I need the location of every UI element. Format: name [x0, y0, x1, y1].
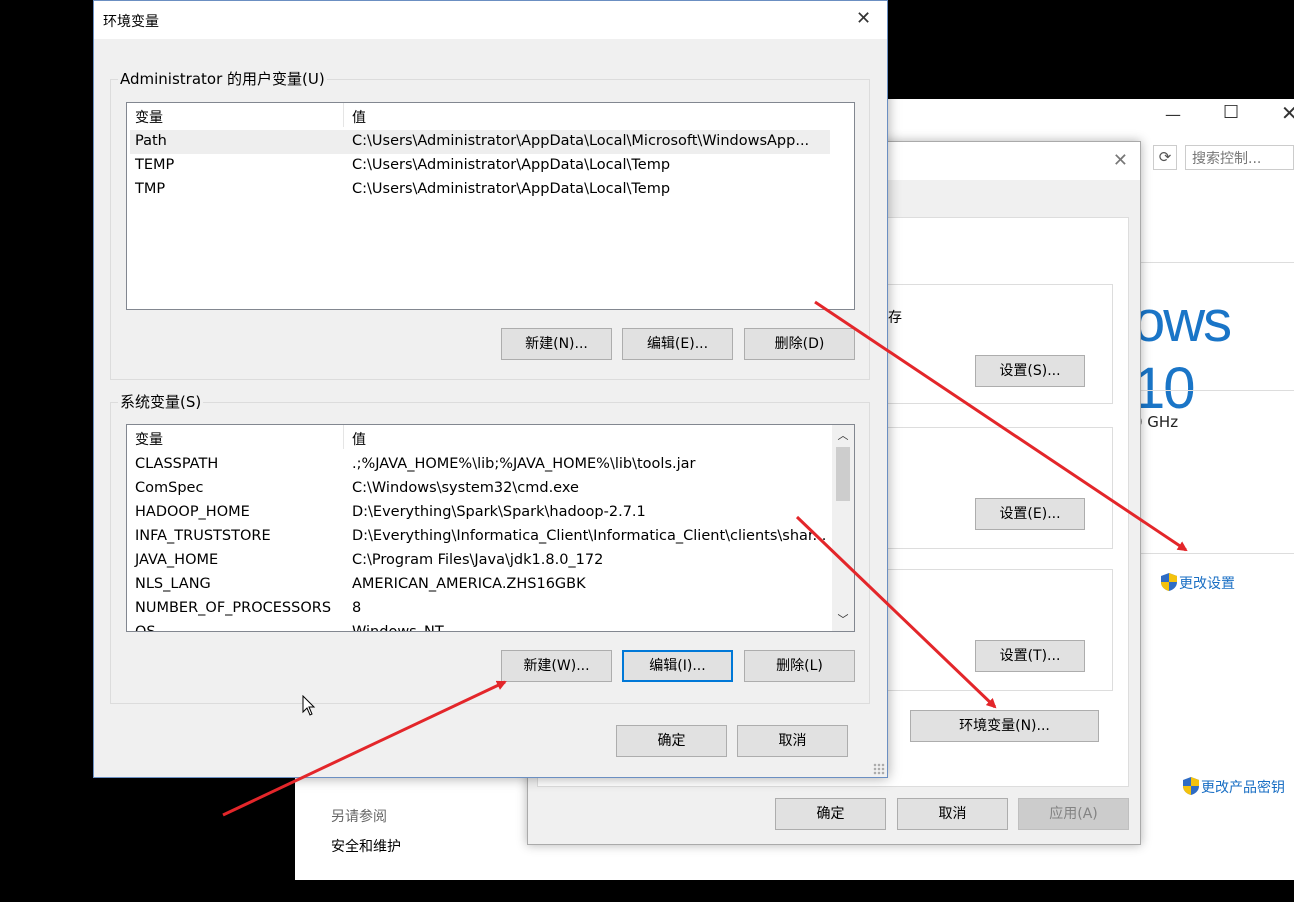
variable-value: C:\Users\Administrator\AppData\Local\Tem… [352, 181, 671, 197]
variable-value: AMERICAN_AMERICA.ZHS16GBK [352, 576, 586, 592]
list-item[interactable]: Path C:\Users\Administrator\AppData\Loca… [130, 130, 830, 154]
title-bar: 环境变量 ✕ [94, 1, 887, 39]
environment-variables-dialog: 环境变量 ✕ Administrator 的用户变量(U) 变量 值 Path … [93, 0, 888, 778]
system-variables-list[interactable]: 变量 值 CLASSPATH .;%JAVA_HOME%\lib;%JAVA_H… [126, 424, 855, 632]
resize-grip[interactable] [873, 763, 885, 775]
vertical-scrollbar[interactable]: ︿ ﹀ [832, 425, 854, 631]
list-item[interactable]: CLASSPATH .;%JAVA_HOME%\lib;%JAVA_HOME%\… [130, 453, 810, 477]
list-item[interactable]: NLS_LANG AMERICAN_AMERICA.ZHS16GBK [130, 573, 810, 597]
list-item[interactable]: TEMP C:\Users\Administrator\AppData\Loca… [130, 154, 830, 178]
list-item[interactable]: INFA_TRUSTSTORE D:\Everything\Informatic… [130, 525, 826, 549]
close-icon[interactable]: ✕ [856, 8, 871, 29]
divider [1133, 553, 1294, 554]
variable-name: INFA_TRUSTSTORE [135, 528, 271, 544]
minimize-icon[interactable]: — [1165, 105, 1181, 124]
variable-name: Path [135, 133, 167, 149]
security-maintenance-link[interactable]: 安全和维护 [331, 836, 401, 856]
user-variables-list[interactable]: 变量 值 Path C:\Users\Administrator\AppData… [126, 102, 855, 310]
system-delete-button[interactable]: 删除(L) [744, 650, 855, 682]
variable-name: TMP [135, 181, 166, 197]
close-icon[interactable]: ✕ [1281, 101, 1294, 125]
startup-settings-button[interactable]: 设置(T)... [975, 640, 1085, 672]
variable-name: HADOOP_HOME [135, 504, 250, 520]
variable-value: C:\Users\Administrator\AppData\Local\Mic… [352, 133, 810, 149]
list-item[interactable]: NUMBER_OF_PROCESSORS 8 [130, 597, 810, 621]
user-edit-button[interactable]: 编辑(E)... [622, 328, 733, 360]
change-settings-link[interactable]: 更改设置 [1161, 573, 1235, 593]
cancel-button[interactable]: 取消 [897, 798, 1008, 830]
list-item[interactable]: JAVA_HOME C:\Program Files\Java\jdk1.8.0… [130, 549, 810, 573]
variable-value: C:\Windows\system32\cmd.exe [352, 480, 579, 496]
divider [1133, 262, 1294, 263]
system-edit-button[interactable]: 编辑(I)... [622, 650, 733, 682]
variable-name: JAVA_HOME [135, 552, 219, 568]
list-header: 变量 值 [127, 425, 854, 449]
scroll-up-icon[interactable]: ︿ [832, 426, 854, 446]
apply-button[interactable]: 应用(A) [1018, 798, 1129, 830]
list-item[interactable]: HADOOP_HOME D:\Everything\Spark\Spark\ha… [130, 501, 810, 525]
user-new-button[interactable]: 新建(N)... [501, 328, 612, 360]
cancel-button[interactable]: 取消 [737, 725, 848, 757]
performance-settings-button[interactable]: 设置(S)... [975, 355, 1085, 387]
environment-variables-button[interactable]: 环境变量(N)... [910, 710, 1099, 742]
variable-value: C:\Users\Administrator\AppData\Local\Tem… [352, 157, 671, 173]
variable-name: NUMBER_OF_PROCESSORS [135, 600, 332, 616]
column-separator[interactable] [343, 425, 344, 449]
variable-value: D:\Everything\Spark\Spark\hadoop-2.7.1 [352, 504, 646, 520]
variable-name: CLASSPATH [135, 456, 219, 472]
profiles-settings-button[interactable]: 设置(E)... [975, 498, 1085, 530]
variable-value: 8 [352, 600, 362, 616]
column-header-value[interactable]: 值 [352, 429, 366, 449]
variable-name: OS [135, 624, 156, 632]
change-product-key-label[interactable]: 更改产品密钥 [1201, 780, 1285, 796]
user-delete-button[interactable]: 删除(D) [744, 328, 855, 360]
variable-name: ComSpec [135, 480, 204, 496]
column-header-variable[interactable]: 变量 [135, 429, 163, 449]
variable-name: NLS_LANG [135, 576, 211, 592]
list-item[interactable]: ComSpec C:\Windows\system32\cmd.exe [130, 477, 810, 501]
list-item[interactable]: OS Windows_NT [130, 621, 810, 632]
dialog-title: 环境变量 [103, 14, 159, 30]
windows-logo-text: ows 10 [1133, 289, 1232, 421]
user-variables-label: Administrator 的用户变量(U) [118, 68, 327, 89]
variable-value: D:\Everything\Informatica_Client\Informa… [352, 528, 827, 544]
uac-shield-icon [1161, 573, 1177, 591]
ok-button[interactable]: 确定 [775, 798, 886, 830]
variable-value: Windows_NT [352, 624, 444, 632]
scroll-down-icon[interactable]: ﹀ [832, 610, 854, 630]
column-header-variable[interactable]: 变量 [135, 107, 163, 127]
change-product-key-link[interactable]: 更改产品密钥 [1183, 777, 1285, 797]
performance-text-fragment: 存 [888, 310, 902, 326]
see-also-heading: 另请参阅 [331, 809, 387, 825]
system-new-button[interactable]: 新建(W)... [501, 650, 612, 682]
system-variables-label: 系统变量(S) [118, 391, 204, 412]
uac-shield-icon [1183, 777, 1199, 795]
column-separator[interactable] [343, 103, 344, 127]
maximize-icon[interactable]: ☐ [1223, 102, 1239, 123]
ok-button[interactable]: 确定 [616, 725, 727, 757]
change-settings-label[interactable]: 更改设置 [1179, 576, 1235, 592]
variable-value: C:\Program Files\Java\jdk1.8.0_172 [352, 552, 604, 568]
variable-name: TEMP [135, 157, 175, 173]
divider [1133, 390, 1294, 391]
close-icon[interactable]: ✕ [1113, 150, 1128, 171]
search-input[interactable]: 搜索控制... [1185, 145, 1294, 170]
variable-value: .;%JAVA_HOME%\lib;%JAVA_HOME%\lib\tools.… [352, 456, 696, 472]
refresh-icon[interactable]: ⟳ [1153, 145, 1177, 170]
mouse-cursor-icon [302, 695, 316, 716]
scroll-thumb[interactable] [836, 447, 850, 501]
list-header: 变量 值 [127, 103, 854, 127]
list-item[interactable]: TMP C:\Users\Administrator\AppData\Local… [130, 178, 830, 202]
column-header-value[interactable]: 值 [352, 107, 366, 127]
